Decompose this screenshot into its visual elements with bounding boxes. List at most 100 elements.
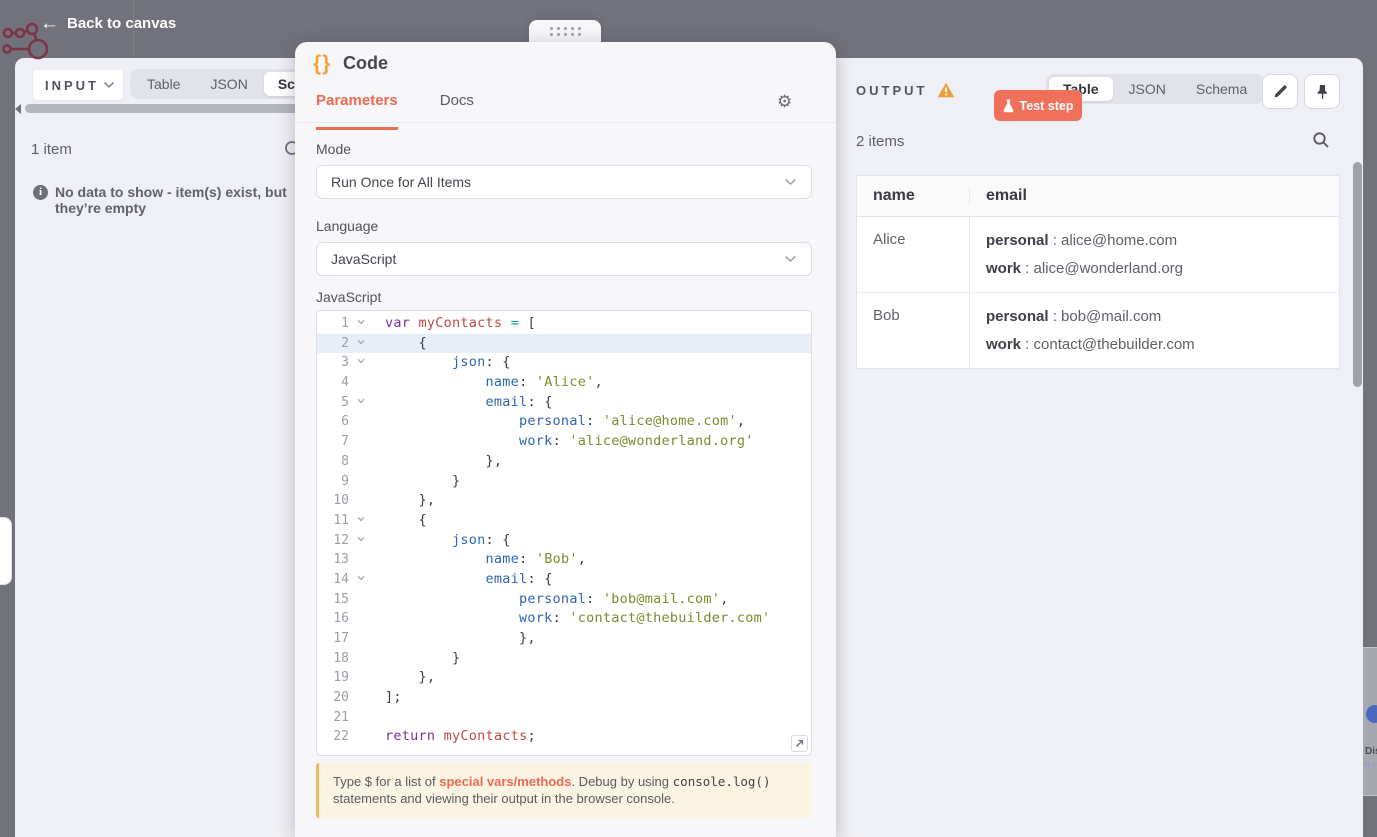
modal-tab-docs[interactable]: Docs xyxy=(440,92,474,130)
cell-name: Alice xyxy=(873,231,906,248)
code-line: 11 { xyxy=(317,511,811,531)
flask-icon xyxy=(1003,99,1013,112)
line-number: 19 xyxy=(333,670,349,686)
column-header-email: email xyxy=(969,187,1339,205)
mode-label: Mode xyxy=(316,141,352,157)
code-line: 9 } xyxy=(317,472,811,492)
code-line: 10 }, xyxy=(317,491,811,511)
code-line: 6 personal: 'alice@home.com', xyxy=(317,412,811,432)
line-number: 20 xyxy=(333,690,349,706)
fold-chevron-icon[interactable] xyxy=(353,570,369,590)
code-editor[interactable]: 1 var myContacts = [ 2 {3 json: {4 name: '… xyxy=(316,310,812,756)
fold-chevron-icon[interactable] xyxy=(353,314,369,334)
line-number: 6 xyxy=(341,414,349,430)
code-line: 3 json: { xyxy=(317,353,811,373)
code-line: 16 work: 'contact@thebuilder.com' xyxy=(317,609,811,629)
hscroll-left-arrow-icon[interactable] xyxy=(15,104,21,114)
language-label: Language xyxy=(316,218,379,234)
code-line: 17 }, xyxy=(317,629,811,649)
fold-chevron-icon[interactable] xyxy=(353,334,369,354)
line-number: 13 xyxy=(333,552,349,568)
back-label: Back to canvas xyxy=(67,15,177,32)
code-line: 1 var myContacts = [ xyxy=(317,314,811,334)
line-number: 12 xyxy=(333,532,349,548)
editor-resize-handle[interactable] xyxy=(791,735,808,752)
code-line: 18 } xyxy=(317,649,811,669)
code-line: 12 json: { xyxy=(317,531,811,551)
mode-select[interactable]: Run Once for All Items xyxy=(316,165,812,199)
left-panel-handle[interactable] xyxy=(0,517,12,585)
test-step-button[interactable]: Test step xyxy=(994,90,1082,121)
fold-chevron-icon[interactable] xyxy=(353,531,369,551)
line-number: 16 xyxy=(333,611,349,627)
line-number: 14 xyxy=(333,571,349,587)
background-card-fragment: Dis dLega xyxy=(1363,647,1377,796)
special-vars-link[interactable]: special vars/methods xyxy=(439,774,571,789)
input-node-selector[interactable]: INPUT xyxy=(33,70,123,100)
line-number: 5 xyxy=(341,394,349,410)
code-text: }, xyxy=(385,452,503,469)
output-table: name email Alice personal : alice@home.co… xyxy=(856,175,1340,369)
fold-chevron-icon[interactable] xyxy=(353,511,369,531)
input-empty-message: i No data to show - item(s) exist, but t… xyxy=(33,184,293,216)
line-number: 1 xyxy=(341,316,349,331)
back-to-canvas-button[interactable]: ← Back to canvas xyxy=(40,9,176,39)
back-arrow-icon: ← xyxy=(40,13,59,34)
code-text: }, xyxy=(385,630,536,646)
tab-table[interactable]: Table xyxy=(133,72,194,96)
output-table-header: name email xyxy=(857,176,1339,217)
output-items-count: 2 items xyxy=(856,133,905,150)
code-line: 4 name: 'Alice', xyxy=(317,373,811,393)
code-line: 8 }, xyxy=(317,452,811,472)
code-editor-label: JavaScript xyxy=(316,289,382,305)
code-text: }, xyxy=(385,669,436,686)
tab-json[interactable]: JSON xyxy=(1115,77,1180,101)
code-text: } xyxy=(385,649,461,666)
line-number: 15 xyxy=(333,591,349,607)
code-text: { xyxy=(385,334,427,351)
language-select[interactable]: JavaScript xyxy=(316,242,812,276)
code-line: 13 name: 'Bob', xyxy=(317,550,811,570)
chevron-down-icon xyxy=(784,178,797,186)
code-line: 14 email: { xyxy=(317,570,811,590)
output-vertical-scrollbar[interactable] xyxy=(1353,162,1362,387)
code-text: personal: 'alice@home.com', xyxy=(519,413,746,430)
code-line: 5 email: { xyxy=(317,393,811,413)
code-text: ]; xyxy=(385,689,402,706)
code-line: 7 work: 'alice@wonderland.org' xyxy=(317,432,811,452)
line-number: 9 xyxy=(341,473,349,489)
code-text: { xyxy=(385,511,427,528)
code-text: personal: 'bob@mail.com', xyxy=(519,590,729,607)
edit-output-button[interactable] xyxy=(1262,74,1298,109)
tab-schema[interactable]: Schema xyxy=(1182,77,1261,101)
input-title: INPUT xyxy=(45,77,99,93)
fold-chevron-icon[interactable] xyxy=(353,353,369,373)
modal-tab-parameters[interactable]: Parameters xyxy=(316,92,398,130)
modal-header: {} Code Parameters Docs ⚙ xyxy=(295,42,836,130)
code-text: var myContacts = [ xyxy=(385,315,536,331)
pin-icon xyxy=(1317,84,1327,99)
canvas-right-strip: Dis dLega xyxy=(1363,58,1377,837)
code-text: email: { xyxy=(485,570,553,587)
input-horizontal-scrollbar[interactable] xyxy=(25,104,298,113)
code-line: 2 { xyxy=(317,333,811,354)
gear-icon[interactable]: ⚙ xyxy=(777,93,792,110)
background-node-icon xyxy=(1366,705,1377,723)
code-text: json: { xyxy=(452,531,511,548)
cell-email: personal : bob@mail.com work : contact@th… xyxy=(969,293,1339,368)
tab-json[interactable]: JSON xyxy=(196,72,261,96)
code-node-icon: {} xyxy=(313,52,332,75)
fold-chevron-icon[interactable] xyxy=(353,393,369,413)
output-title: OUTPUT xyxy=(856,82,928,98)
chevron-down-icon xyxy=(103,81,115,89)
code-text: return myContacts; xyxy=(385,728,536,745)
line-number: 18 xyxy=(333,650,349,666)
code-text: json: { xyxy=(452,354,511,371)
input-items-count: 1 item xyxy=(31,141,72,158)
search-icon[interactable] xyxy=(1312,131,1330,149)
chevron-down-icon xyxy=(784,255,797,263)
code-text: name: 'Alice', xyxy=(485,374,603,391)
code-line: 15 personal: 'bob@mail.com', xyxy=(317,590,811,610)
modal-title: Code xyxy=(343,53,388,73)
pin-output-button[interactable] xyxy=(1304,74,1340,109)
